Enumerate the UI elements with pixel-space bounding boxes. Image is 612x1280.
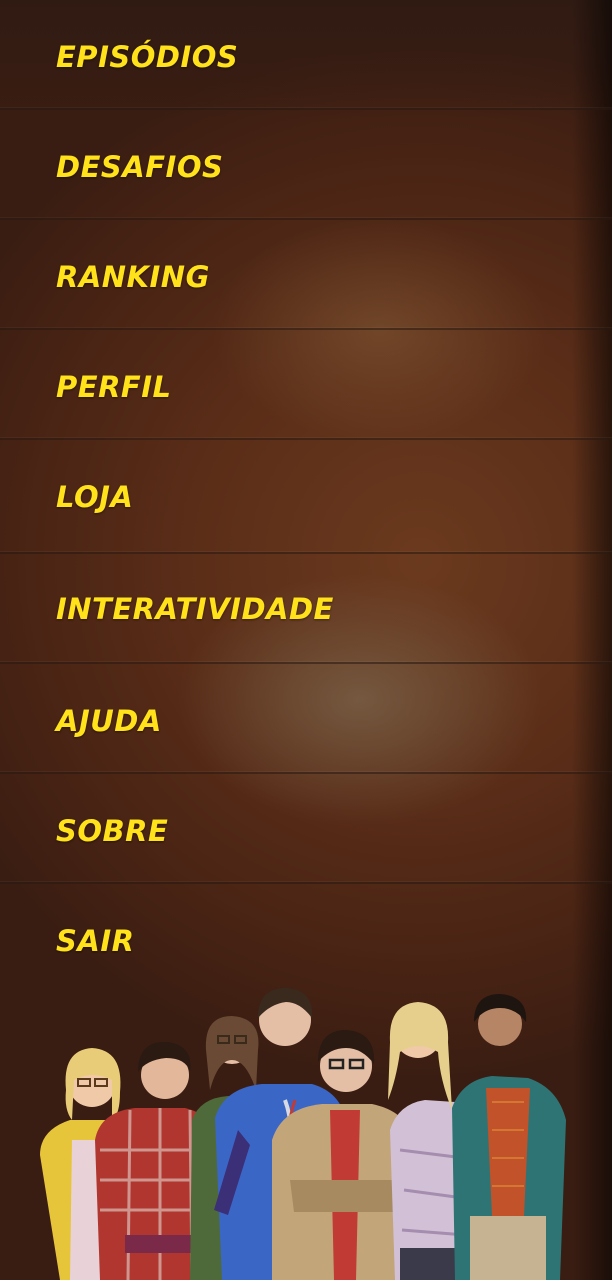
menu-item-desafios[interactable]: DESAFIOS	[0, 110, 612, 220]
menu-item-label: DESAFIOS	[56, 150, 224, 184]
cast-figure-7	[452, 994, 566, 1280]
menu-item-label: AJUDA	[56, 704, 162, 738]
menu-item-perfil[interactable]: PERFIL	[0, 330, 612, 440]
cast-illustration	[40, 988, 566, 1280]
menu-item-loja[interactable]: LOJA	[0, 440, 612, 554]
menu-item-label: INTERATIVIDADE	[56, 592, 334, 626]
menu-item-sobre[interactable]: SOBRE	[0, 774, 612, 884]
menu-item-ajuda[interactable]: AJUDA	[0, 664, 612, 774]
menu-item-sair[interactable]: SAIR	[0, 884, 612, 994]
menu-item-interatividade[interactable]: INTERATIVIDADE	[0, 554, 612, 664]
menu-item-label: EPISÓDIOS	[56, 40, 239, 74]
menu-item-label: RANKING	[56, 260, 210, 294]
menu-item-label: LOJA	[56, 480, 134, 514]
menu-item-episodios[interactable]: EPISÓDIOS	[0, 0, 612, 110]
side-menu: EPISÓDIOS DESAFIOS RANKING PERFIL LOJA I…	[0, 0, 612, 994]
menu-item-ranking[interactable]: RANKING	[0, 220, 612, 330]
menu-item-label: SAIR	[56, 924, 135, 958]
menu-item-label: PERFIL	[56, 370, 172, 404]
menu-item-label: SOBRE	[56, 814, 169, 848]
